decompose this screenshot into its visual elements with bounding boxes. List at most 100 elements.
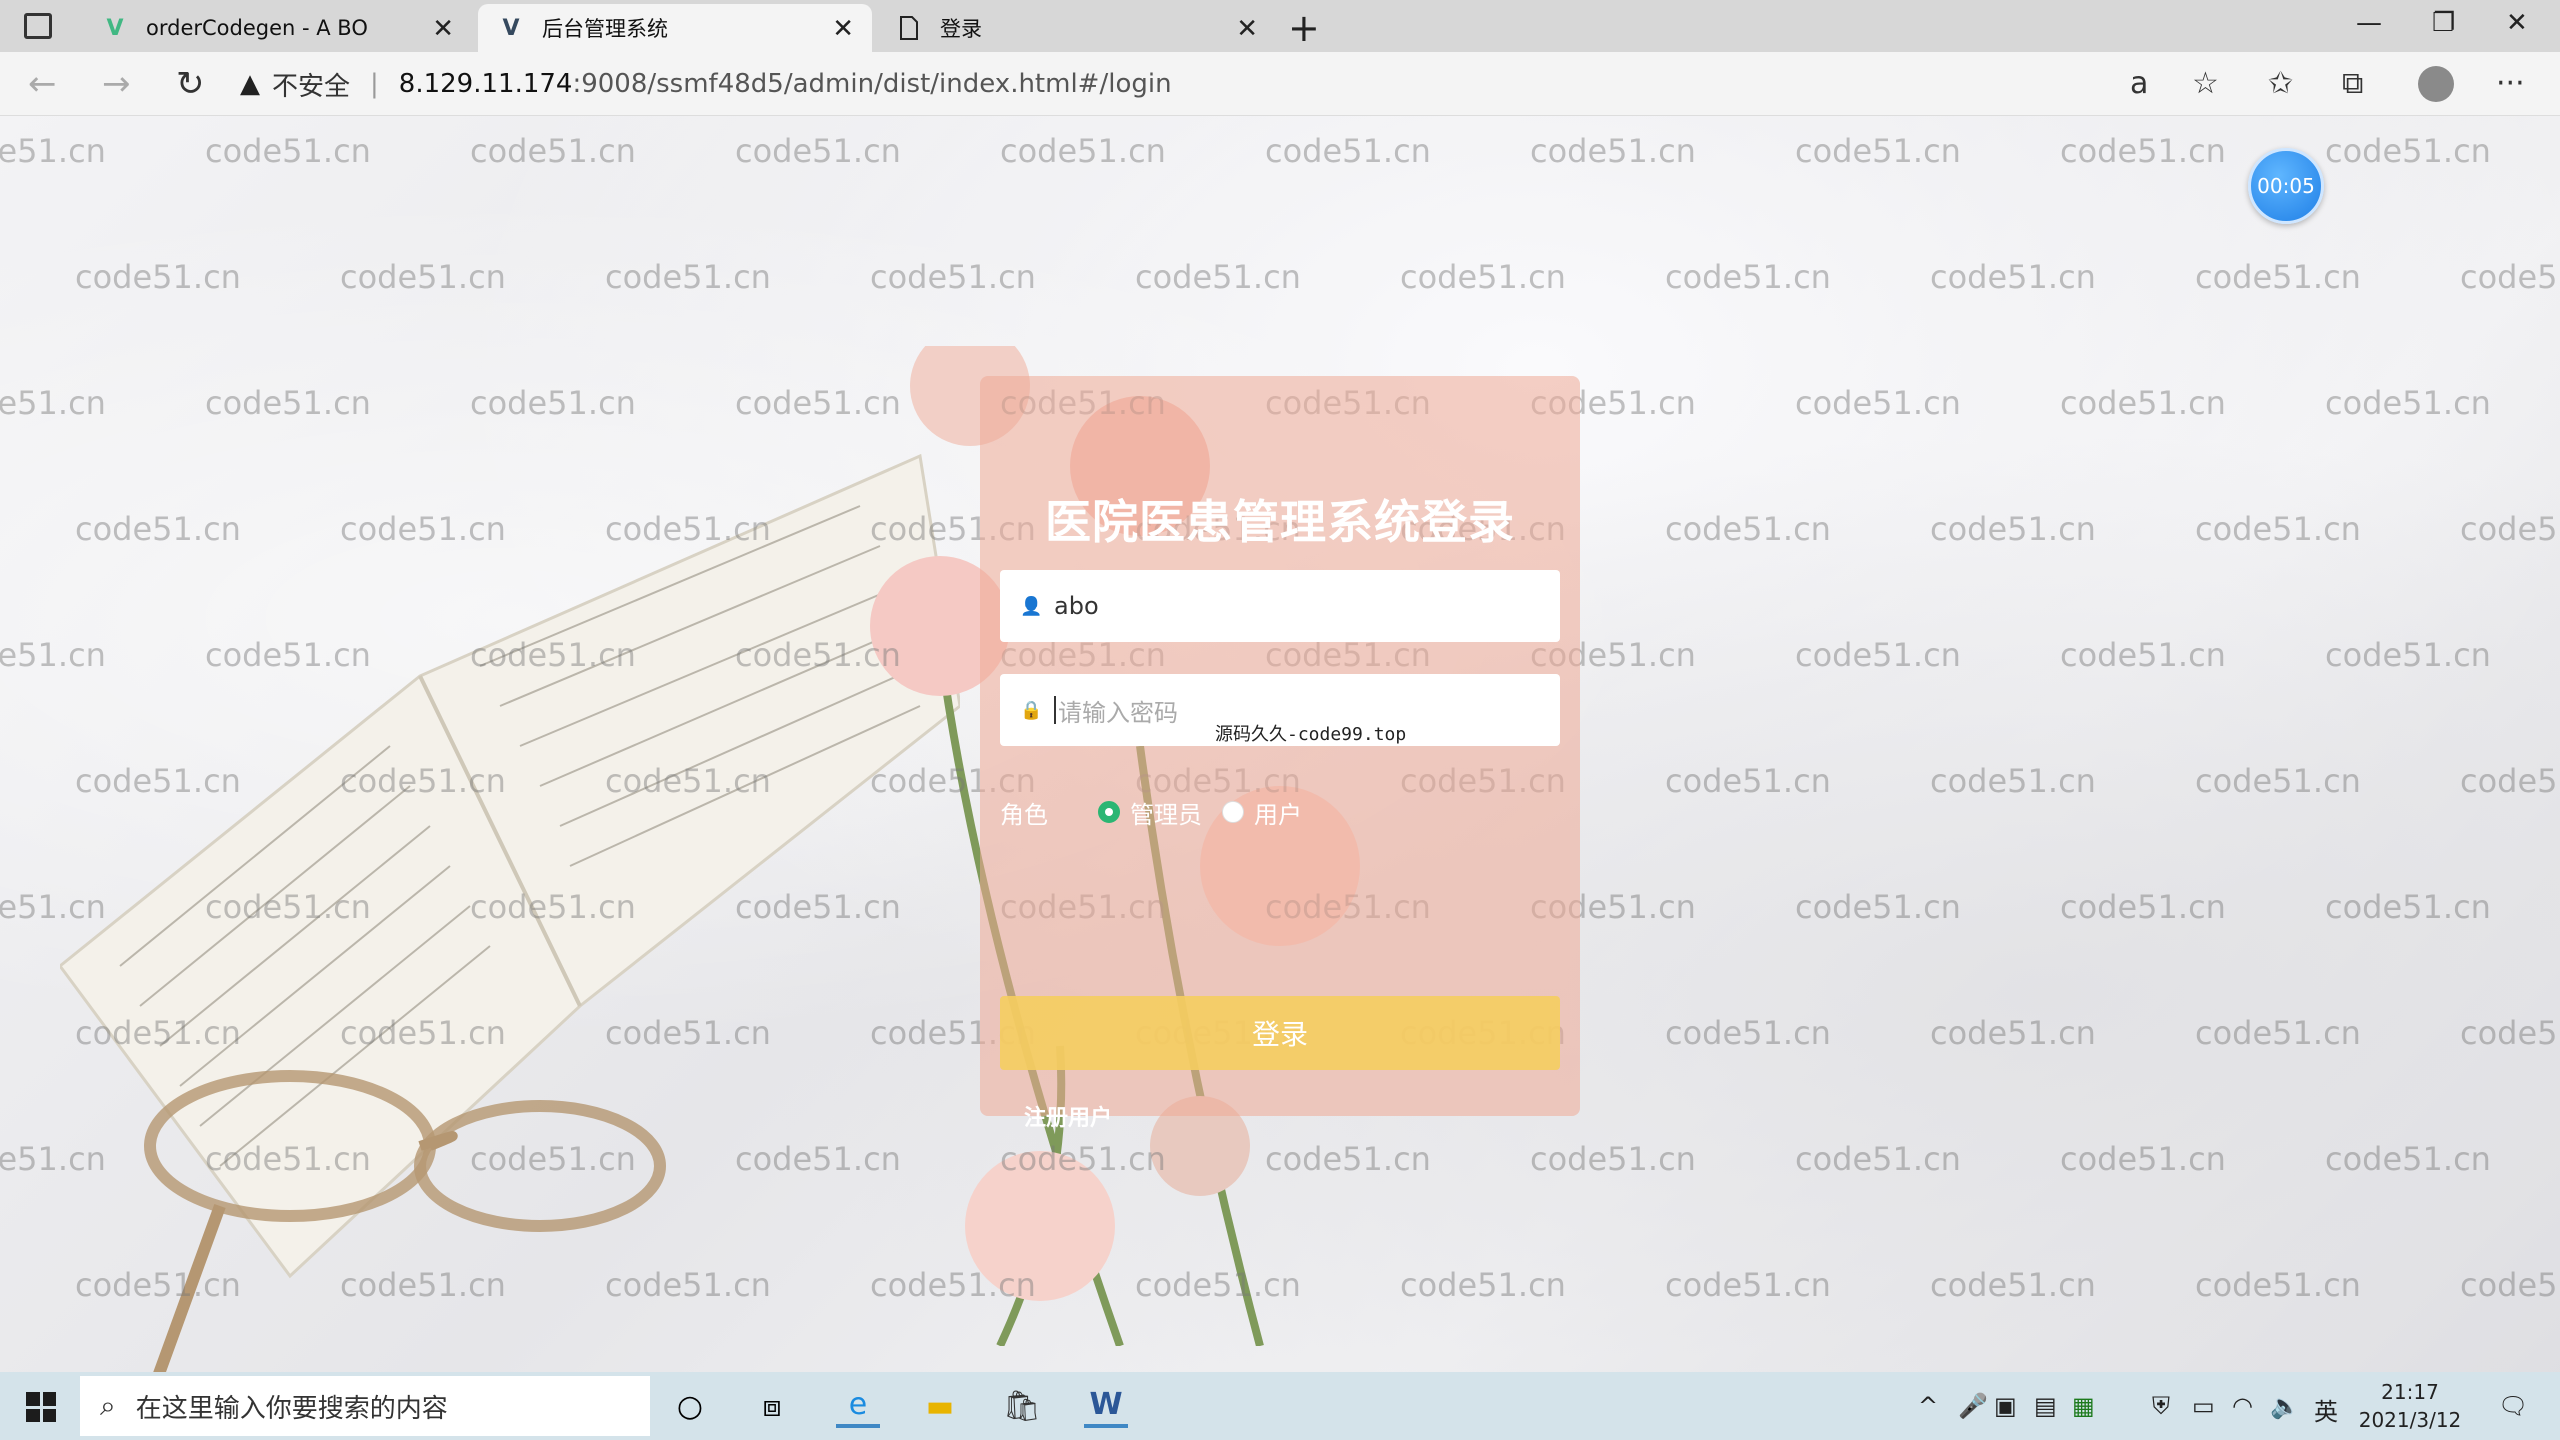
- tab-title: 登录: [940, 17, 982, 41]
- radio-admin-label[interactable]: 管理员: [1130, 795, 1202, 830]
- tray-app-icon-3[interactable]: ▦: [2072, 1392, 2095, 1420]
- close-tab-icon[interactable]: ✕: [832, 14, 854, 44]
- login-button[interactable]: 登录: [1000, 996, 1560, 1070]
- new-tab-icon[interactable]: +: [1288, 6, 1320, 50]
- watermark-text: code51.cn: [1265, 1140, 1431, 1178]
- watermark-text: code51.cn: [1795, 132, 1961, 170]
- watermark-text: code51.cn: [75, 1014, 241, 1052]
- more-menu-icon[interactable]: ···: [2496, 66, 2525, 101]
- url-host: 8.129.11.174: [398, 69, 573, 99]
- vue-logo-icon: V: [502, 15, 520, 41]
- forward-icon[interactable]: →: [102, 64, 131, 104]
- watermark-text: code51.cn: [205, 384, 371, 422]
- tab-actions-icon[interactable]: [24, 13, 52, 39]
- security-shield-icon[interactable]: ⛨: [2152, 1392, 2170, 1420]
- watermark-text: code51.cn: [1665, 762, 1831, 800]
- add-favorite-icon[interactable]: ☆: [2192, 66, 2219, 101]
- radio-user[interactable]: [1222, 801, 1244, 823]
- tab-ordercodegen[interactable]: V orderCodegen - A BO ✕: [82, 4, 472, 52]
- reload-icon[interactable]: ↻: [176, 64, 205, 104]
- ime-indicator[interactable]: 英: [2314, 1392, 2338, 1427]
- password-field[interactable]: 🔒 请输入密码 源码久久-code99.top: [1000, 674, 1560, 746]
- watermark-text: code51.cn: [0, 1140, 106, 1178]
- close-tab-icon[interactable]: ✕: [1236, 14, 1258, 44]
- watermark-text: code51.cn: [2060, 1140, 2226, 1178]
- watermark-text: code51.cn: [1930, 1266, 2096, 1304]
- tray-chevron-icon[interactable]: ^: [1918, 1392, 1938, 1420]
- watermark-text: code51.cn: [2460, 1266, 2560, 1304]
- user-icon: 👤: [1020, 595, 1043, 617]
- watermark-text: code51.cn: [1930, 1014, 2096, 1052]
- watermark-text: code51.cn: [2195, 1266, 2361, 1304]
- maximize-icon[interactable]: ❐: [2432, 8, 2455, 38]
- watermark-text: code51.cn: [75, 762, 241, 800]
- close-tab-icon[interactable]: ✕: [432, 14, 454, 44]
- windows-start-icon[interactable]: [26, 1392, 56, 1422]
- clock-time: 21:17: [2381, 1380, 2439, 1404]
- tab-admin-system[interactable]: V 后台管理系统 ✕: [478, 4, 872, 52]
- page-icon: [896, 15, 922, 41]
- watermark-text: code51.cn: [2460, 510, 2560, 548]
- watermark-text: code51.cn: [340, 510, 506, 548]
- edge-icon[interactable]: e: [836, 1384, 880, 1428]
- watermark-text: code51.cn: [1530, 132, 1696, 170]
- watermark-text: code51.cn: [1400, 1266, 1566, 1304]
- username-field[interactable]: 👤 abo: [1000, 570, 1560, 642]
- word-icon[interactable]: W: [1084, 1384, 1128, 1428]
- watermark-text: code51.cn: [735, 1140, 901, 1178]
- watermark-text: code51.cn: [1135, 258, 1301, 296]
- store-icon[interactable]: 🛍: [1000, 1384, 1044, 1428]
- tray-app-icon-2[interactable]: ▤: [2034, 1392, 2057, 1420]
- watermark-text: code51.cn: [0, 888, 106, 926]
- tab-login[interactable]: 登录 ✕: [876, 4, 1276, 52]
- password-placeholder: 请输入密码: [1058, 698, 1178, 727]
- back-icon[interactable]: ←: [28, 64, 57, 104]
- watermark-text: code51.cn: [0, 132, 106, 170]
- watermark-text: code51.cn: [605, 510, 771, 548]
- watermark-text: code51.cn: [205, 636, 371, 674]
- watermark-text: code51.cn: [1000, 1140, 1166, 1178]
- radio-user-label[interactable]: 用户: [1254, 795, 1302, 830]
- timer-badge: 00:05: [2248, 148, 2324, 224]
- volume-icon[interactable]: 🔈: [2270, 1392, 2300, 1420]
- tray-app-icon[interactable]: ▣: [1994, 1392, 2017, 1420]
- address-bar: ← → ↻ ▲ 不安全 | 8.129.11.174 :9008/ssmf48d…: [0, 52, 2560, 116]
- close-window-icon[interactable]: ✕: [2506, 8, 2528, 38]
- watermark-text: code51.cn: [0, 636, 106, 674]
- read-aloud-icon[interactable]: a: [2130, 66, 2148, 101]
- watermark-text: code51.cn: [2325, 636, 2491, 674]
- watermark-text: code51.cn: [1135, 1266, 1301, 1304]
- watermark-text: code51.cn: [605, 258, 771, 296]
- battery-icon[interactable]: ▭: [2192, 1392, 2215, 1420]
- profile-avatar[interactable]: [2418, 66, 2454, 102]
- url-field[interactable]: ▲ 不安全 | 8.129.11.174 :9008/ssmf48d5/admi…: [240, 60, 2200, 108]
- watermark-text: code51.cn: [1795, 1140, 1961, 1178]
- cortana-icon[interactable]: ○: [668, 1384, 712, 1428]
- register-link[interactable]: 注册用户: [1024, 1100, 1112, 1132]
- taskbar-clock[interactable]: 21:17 2021/3/12: [2340, 1378, 2480, 1434]
- watermark-text: code51.cn: [1795, 888, 1961, 926]
- taskbar-search[interactable]: ⌕ 在这里输入你要搜索的内容: [80, 1376, 650, 1436]
- watermark-text: code51.cn: [2195, 1014, 2361, 1052]
- watermark-text: code51.cn: [870, 258, 1036, 296]
- minimize-icon[interactable]: —: [2356, 8, 2382, 38]
- microphone-icon[interactable]: 🎤: [1958, 1392, 1988, 1420]
- watermark-text: code51.cn: [340, 762, 506, 800]
- radio-admin[interactable]: [1098, 801, 1120, 823]
- watermark-text: code51.cn: [2325, 132, 2491, 170]
- file-explorer-icon[interactable]: ▬: [918, 1384, 962, 1428]
- watermark-text: code51.cn: [1665, 258, 1831, 296]
- wifi-icon[interactable]: ◠: [2232, 1392, 2253, 1420]
- favorites-icon[interactable]: ✩: [2268, 66, 2293, 101]
- collections-icon[interactable]: ⧉: [2342, 66, 2363, 101]
- watermark-text: code51.cn: [1665, 1014, 1831, 1052]
- vue-logo-icon: V: [106, 15, 124, 41]
- clock-date: 2021/3/12: [2358, 1408, 2462, 1432]
- notifications-icon[interactable]: 🗨: [2498, 1392, 2528, 1420]
- watermark-text: code51.cn: [1665, 1266, 1831, 1304]
- security-label: 不安全: [272, 71, 351, 102]
- watermark-text: code51.cn: [470, 636, 636, 674]
- tab-title: orderCodegen - A BO: [146, 16, 368, 40]
- watermark-text: code51.cn: [1665, 510, 1831, 548]
- task-view-icon[interactable]: ⧈: [750, 1384, 794, 1428]
